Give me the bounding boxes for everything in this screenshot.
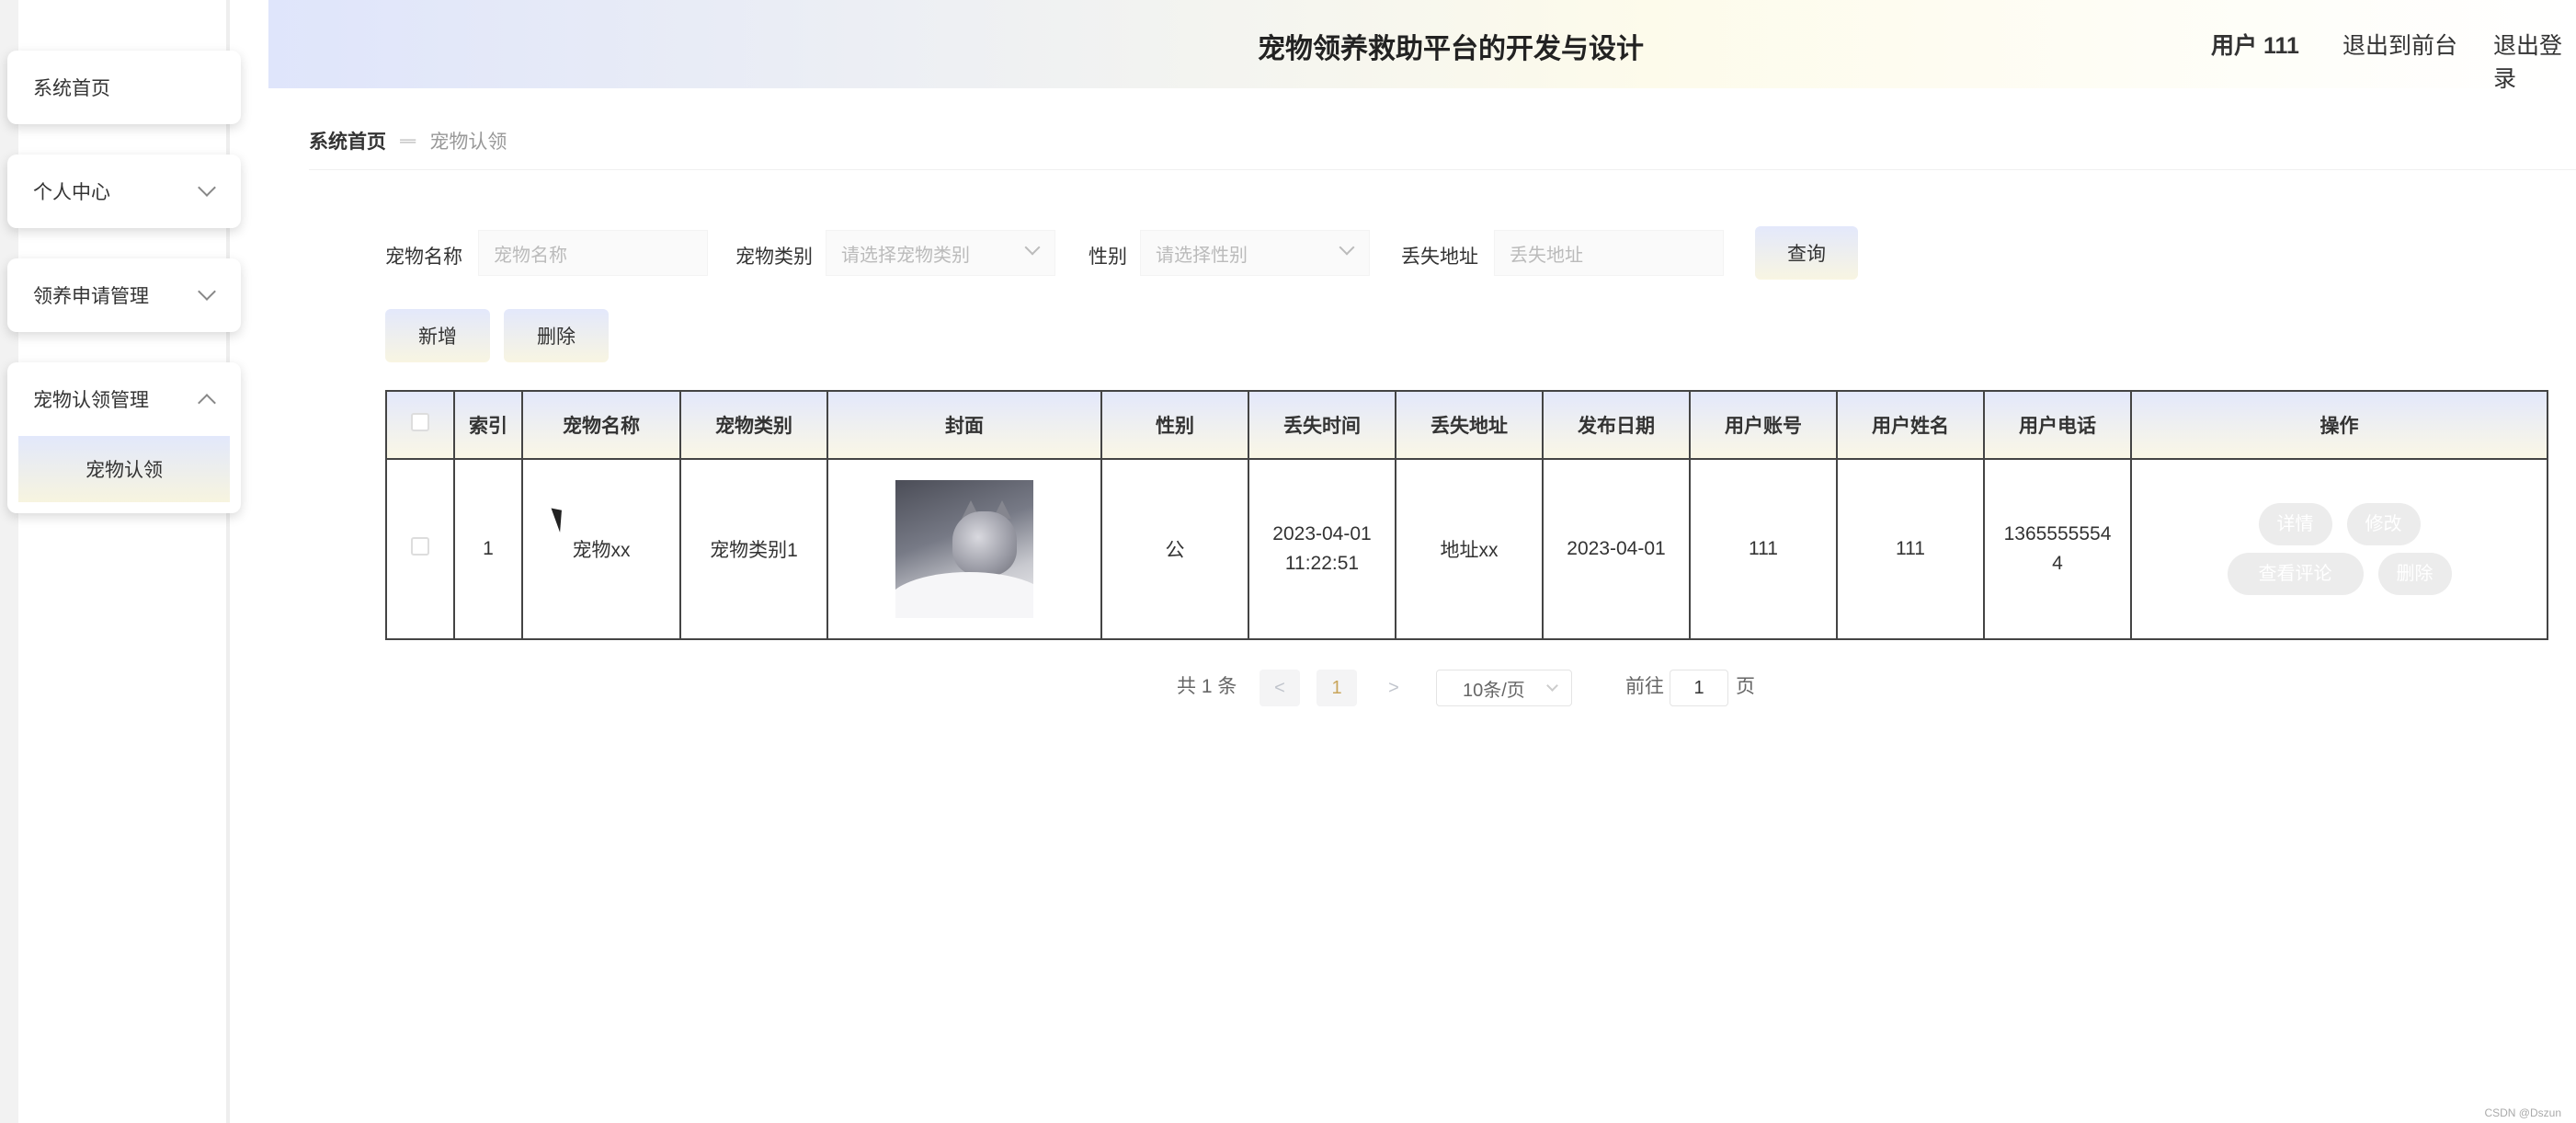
gender-placeholder: 请选择性别 [1156,245,1248,266]
row-delete-button[interactable]: 删除 [2377,553,2452,595]
breadcrumb-home[interactable]: 系统首页 [309,132,386,153]
chevron-down-icon [1546,680,1558,692]
sidebar-item-home[interactable]: 系统首页 [7,51,241,124]
divider [309,169,2576,170]
sidebar-item-adoption-applications[interactable]: 领养申请管理 [7,258,241,332]
top-bar: 宠物领养救助平台的开发与设计 用户 111 退出到前台 退出登录 [268,0,2576,92]
delete-button[interactable]: 删除 [504,309,609,362]
cell-phone: 1365555554 4 [1983,458,2132,640]
select-all-checkbox[interactable] [411,413,429,431]
cell-username: 111 [1836,458,1985,640]
add-button[interactable]: 新增 [385,309,490,362]
cell-cover [826,458,1102,640]
sidebar-item-personal-center[interactable]: 个人中心 [7,155,241,228]
cell-gender: 公 [1100,458,1249,640]
pet-category-placeholder: 请选择宠物类别 [841,245,970,266]
lost-address-input[interactable]: 丢失地址 [1494,230,1724,276]
goto-page-input[interactable]: 1 [1670,670,1728,706]
row-checkbox[interactable] [411,537,429,556]
page-size-value: 10条/页 [1463,680,1525,701]
goto-prefix: 前往 [1625,676,1664,697]
cell-operations: 详情 修改 查看评论 删除 [2130,458,2548,640]
filter-name-label: 宠物名称 [385,246,462,268]
cat-figure [952,511,1017,576]
filter-category-label: 宠物类别 [735,246,813,268]
page-number-button[interactable]: 1 [1316,670,1357,706]
sidebar-item-label: 领养申请管理 [33,286,149,307]
column-header: 索引 [453,390,523,460]
next-page-button[interactable]: > [1373,670,1414,706]
column-header: 用户姓名 [1836,390,1985,460]
cell-pet-name: 宠物xx [521,458,681,640]
query-button[interactable]: 查询 [1755,226,1858,280]
filter-address-label: 丢失地址 [1401,246,1478,268]
column-header: 宠物名称 [521,390,681,460]
column-header: 用户电话 [1983,390,2132,460]
cell-lost-address: 地址xx [1395,458,1544,640]
breadcrumb-separator: ᆖ [399,132,417,153]
column-header: 封面 [826,390,1102,460]
chevron-down-icon [1339,239,1355,256]
exit-to-front-link[interactable]: 退出到前台 [2342,28,2457,61]
sidebar-item-label: 系统首页 [33,78,110,99]
sidebar-item-label: 宠物认领管理 [33,390,149,411]
column-header: 性别 [1100,390,1249,460]
prev-page-button[interactable]: < [1260,670,1300,706]
cell-publish-date: 2023-04-01 [1542,458,1691,640]
pet-name-input[interactable]: 宠物名称 [478,230,708,276]
gender-select[interactable]: 请选择性别 [1140,230,1370,276]
chevron-down-icon [198,282,216,301]
breadcrumb-current: 宠物认领 [429,132,507,153]
column-header: 宠物类别 [679,390,828,460]
edit-button[interactable]: 修改 [2346,503,2421,545]
detail-button[interactable]: 详情 [2258,503,2332,545]
breadcrumb: 系统首页 ᆖ 宠物认领 [309,127,507,155]
chevron-down-icon [198,178,216,197]
watermark: CSDN @Dszun [2484,1106,2561,1119]
cell-lost-time: 2023-04-01 11:22:51 [1248,458,1396,640]
pet-category-select[interactable]: 请选择宠物类别 [826,230,1055,276]
blanket [895,572,1033,618]
column-header: 发布日期 [1542,390,1691,460]
chevron-down-icon [1024,239,1041,256]
chevron-up-icon [198,394,216,412]
sidebar-item-pet-claim-management[interactable]: 宠物认领管理 [7,362,241,436]
view-comments-button[interactable]: 查看评论 [2227,553,2364,595]
sidebar-item-label: 个人中心 [33,182,110,203]
page-size-select[interactable]: 10条/页 [1436,670,1572,706]
goto-suffix: 页 [1736,676,1755,697]
lost-time-date: 2023-04-01 [1272,523,1372,544]
select-all-cell [385,390,455,460]
current-user: 用户 111 [2211,33,2299,59]
filter-gender-label: 性别 [1089,246,1127,268]
sidebar-group-pet-claim: 宠物认领管理 宠物认领 [7,362,241,513]
cell-index: 1 [453,458,523,640]
lost-time-clock: 11:22:51 [1284,553,1360,574]
cover-image [895,480,1033,618]
logout-link[interactable]: 退出登录 [2493,28,2576,94]
cell-account: 111 [1689,458,1838,640]
sidebar-subitem-label: 宠物认领 [85,460,163,481]
phone-line: 1365555554 [2003,523,2112,544]
column-header: 丢失地址 [1395,390,1544,460]
pagination-total: 共 1 条 [1177,676,1237,697]
app-title: 宠物领养救助平台的开发与设计 [1258,34,1644,64]
sidebar-subitem-pet-claim[interactable]: 宠物认领 [18,436,230,502]
column-header: 操作 [2130,390,2548,460]
cell-pet-category: 宠物类别1 [679,458,828,640]
table-header-row: 索引 宠物名称 宠物类别 封面 性别 丢失时间 丢失地址 发布日期 用户账号 用… [385,390,2548,460]
table-row: 1 宠物xx 宠物类别1 公 2023-04-01 11:22:51 地址xx 2… [385,458,2548,640]
phone-line: 4 [2052,553,2063,574]
column-header: 丢失时间 [1248,390,1396,460]
pet-claim-table: 索引 宠物名称 宠物类别 封面 性别 丢失时间 丢失地址 发布日期 用户账号 用… [385,390,2548,640]
row-select-cell [385,458,455,640]
column-header: 用户账号 [1689,390,1838,460]
